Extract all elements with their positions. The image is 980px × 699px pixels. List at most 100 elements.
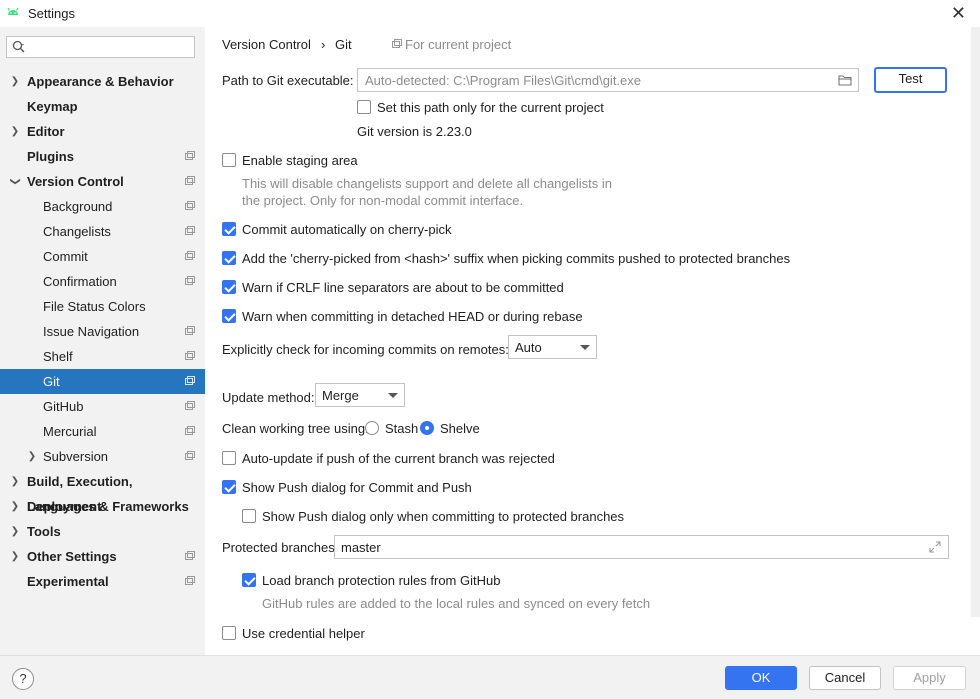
chevron-right-icon[interactable]: ❯ <box>9 519 21 544</box>
git-version-text: Git version is 2.23.0 <box>357 124 472 139</box>
sidebar-item-tools[interactable]: ❯ Tools <box>0 519 205 544</box>
show-push-protected-label: Show Push dialog only when committing to… <box>262 509 625 524</box>
project-scope-icon <box>185 451 195 460</box>
chevron-down-icon <box>388 393 398 398</box>
project-scope-icon <box>185 276 195 285</box>
expand-icon[interactable] <box>929 541 941 553</box>
cherry-pick-suffix-label: Add the 'cherry-picked from <hash>' suff… <box>242 251 791 266</box>
sidebar-item-file-status-colors[interactable]: File Status Colors <box>0 294 205 319</box>
sidebar-item-build-execution-deployment[interactable]: ❯ Build, Execution, Deployment <box>0 469 205 514</box>
search-input[interactable] <box>6 36 195 58</box>
help-button[interactable]: ? <box>12 668 34 690</box>
sidebar-item-other-settings[interactable]: ❯ Other Settings <box>0 544 205 569</box>
cherry-pick-commit-checkbox[interactable] <box>222 222 236 236</box>
staging-area-label: Enable staging area <box>242 153 358 168</box>
chevron-right-icon[interactable]: ❯ <box>9 469 21 494</box>
sidebar-item-background[interactable]: Background <box>0 194 205 219</box>
project-scope-icon <box>185 376 195 385</box>
sidebar-item-changelists[interactable]: Changelists <box>0 219 205 244</box>
clean-tree-label: Clean working tree using: <box>222 421 369 436</box>
shelve-radio[interactable] <box>420 421 434 435</box>
protected-branches-field[interactable]: master <box>334 535 949 559</box>
show-push-label: Show Push dialog for Commit and Push <box>242 480 472 495</box>
sidebar-item-github[interactable]: GitHub <box>0 394 205 419</box>
chevron-right-icon[interactable]: ❯ <box>26 444 38 469</box>
chevron-down-icon[interactable]: ❯ <box>3 176 28 188</box>
breadcrumb-separator: › <box>321 37 326 52</box>
project-scope-icon <box>185 176 195 185</box>
update-method-label: Update method: <box>222 390 315 405</box>
vertical-scrollbar[interactable] <box>971 27 980 617</box>
warn-crlf-label: Warn if CRLF line separators are about t… <box>242 280 564 295</box>
project-scope-icon <box>185 401 195 410</box>
sidebar-item-keymap[interactable]: Keymap <box>0 94 205 119</box>
protected-branches-value: master <box>341 540 381 555</box>
chevron-right-icon[interactable]: ❯ <box>9 494 21 519</box>
auto-update-checkbox[interactable] <box>222 451 236 465</box>
ok-button[interactable]: OK <box>725 666 797 690</box>
project-scope-icon <box>185 226 195 235</box>
folder-icon[interactable] <box>838 74 852 86</box>
sidebar-item-git[interactable]: Git <box>0 369 205 394</box>
staging-hint-line-2: the project. Only for non-modal commit i… <box>242 193 524 208</box>
warn-detached-label: Warn when committing in detached HEAD or… <box>242 309 583 324</box>
settings-sidebar: ❯ Appearance & Behavior Keymap ❯ Editor … <box>0 27 205 655</box>
git-path-placeholder: Auto-detected: C:\Program Files\Git\cmd\… <box>365 73 641 88</box>
show-push-checkbox[interactable] <box>222 480 236 494</box>
project-scope-icon <box>392 39 402 48</box>
current-project-only-checkbox[interactable] <box>357 100 371 114</box>
sidebar-item-mercurial[interactable]: Mercurial <box>0 419 205 444</box>
current-project-only-label: Set this path only for the current proje… <box>377 100 604 115</box>
sidebar-item-editor[interactable]: ❯ Editor <box>0 119 205 144</box>
breadcrumb-current: Git <box>335 37 352 52</box>
credential-helper-label: Use credential helper <box>242 626 365 641</box>
incoming-commits-dropdown[interactable]: Auto <box>508 335 597 359</box>
incoming-commits-label: Explicitly check for incoming commits on… <box>222 342 509 357</box>
project-scope-icon <box>185 151 195 160</box>
update-method-dropdown[interactable]: Merge <box>315 383 405 407</box>
project-scope-icon <box>185 201 195 210</box>
chevron-right-icon[interactable]: ❯ <box>9 544 21 569</box>
warn-crlf-checkbox[interactable] <box>222 280 236 294</box>
chevron-right-icon[interactable]: ❯ <box>9 119 21 144</box>
sidebar-item-version-control[interactable]: ❯ Version Control <box>0 169 205 194</box>
staging-area-checkbox[interactable] <box>222 153 236 167</box>
cancel-button[interactable]: Cancel <box>809 666 881 690</box>
search-icon <box>12 40 25 53</box>
load-protection-rules-checkbox[interactable] <box>242 573 256 587</box>
apply-button[interactable]: Apply <box>893 666 966 690</box>
project-scope-icon <box>185 551 195 560</box>
settings-content: Version Control › Git For current projec… <box>205 27 980 655</box>
sidebar-item-subversion[interactable]: ❯ Subversion <box>0 444 205 469</box>
close-icon[interactable]: ✕ <box>951 3 966 24</box>
stash-label: Stash <box>385 421 419 436</box>
sidebar-item-commit[interactable]: Commit <box>0 244 205 269</box>
git-path-label: Path to Git executable: <box>222 73 354 88</box>
title-bar: Settings ✕ <box>0 0 980 27</box>
sidebar-item-appearance[interactable]: ❯ Appearance & Behavior <box>0 69 205 94</box>
sidebar-item-plugins[interactable]: Plugins <box>0 144 205 169</box>
cherry-pick-commit-label: Commit automatically on cherry-pick <box>242 222 452 237</box>
sidebar-item-languages-frameworks[interactable]: ❯ Languages & Frameworks <box>0 494 205 519</box>
chevron-right-icon[interactable]: ❯ <box>9 69 21 94</box>
test-button[interactable]: Test <box>874 67 947 93</box>
sidebar-item-confirmation[interactable]: Confirmation <box>0 269 205 294</box>
credential-helper-checkbox[interactable] <box>222 626 236 640</box>
dialog-footer: ? OK Cancel Apply <box>0 655 980 699</box>
shelve-label: Shelve <box>440 421 480 436</box>
project-scope-icon <box>185 351 195 360</box>
sidebar-item-shelf[interactable]: Shelf <box>0 344 205 369</box>
git-path-field[interactable]: Auto-detected: C:\Program Files\Git\cmd\… <box>357 68 859 92</box>
cherry-pick-suffix-checkbox[interactable] <box>222 251 236 265</box>
load-protection-rules-hint: GitHub rules are added to the local rule… <box>262 596 651 611</box>
load-protection-rules-label: Load branch protection rules from GitHub <box>262 573 501 588</box>
stash-radio[interactable] <box>365 421 379 435</box>
project-scope-icon <box>185 251 195 260</box>
window-title: Settings <box>28 6 75 21</box>
warn-detached-checkbox[interactable] <box>222 309 236 323</box>
auto-update-label: Auto-update if push of the current branc… <box>242 451 555 466</box>
show-push-protected-checkbox[interactable] <box>242 509 256 523</box>
sidebar-item-experimental[interactable]: Experimental <box>0 569 205 594</box>
sidebar-item-issue-navigation[interactable]: Issue Navigation <box>0 319 205 344</box>
breadcrumb-parent[interactable]: Version Control <box>222 37 311 52</box>
